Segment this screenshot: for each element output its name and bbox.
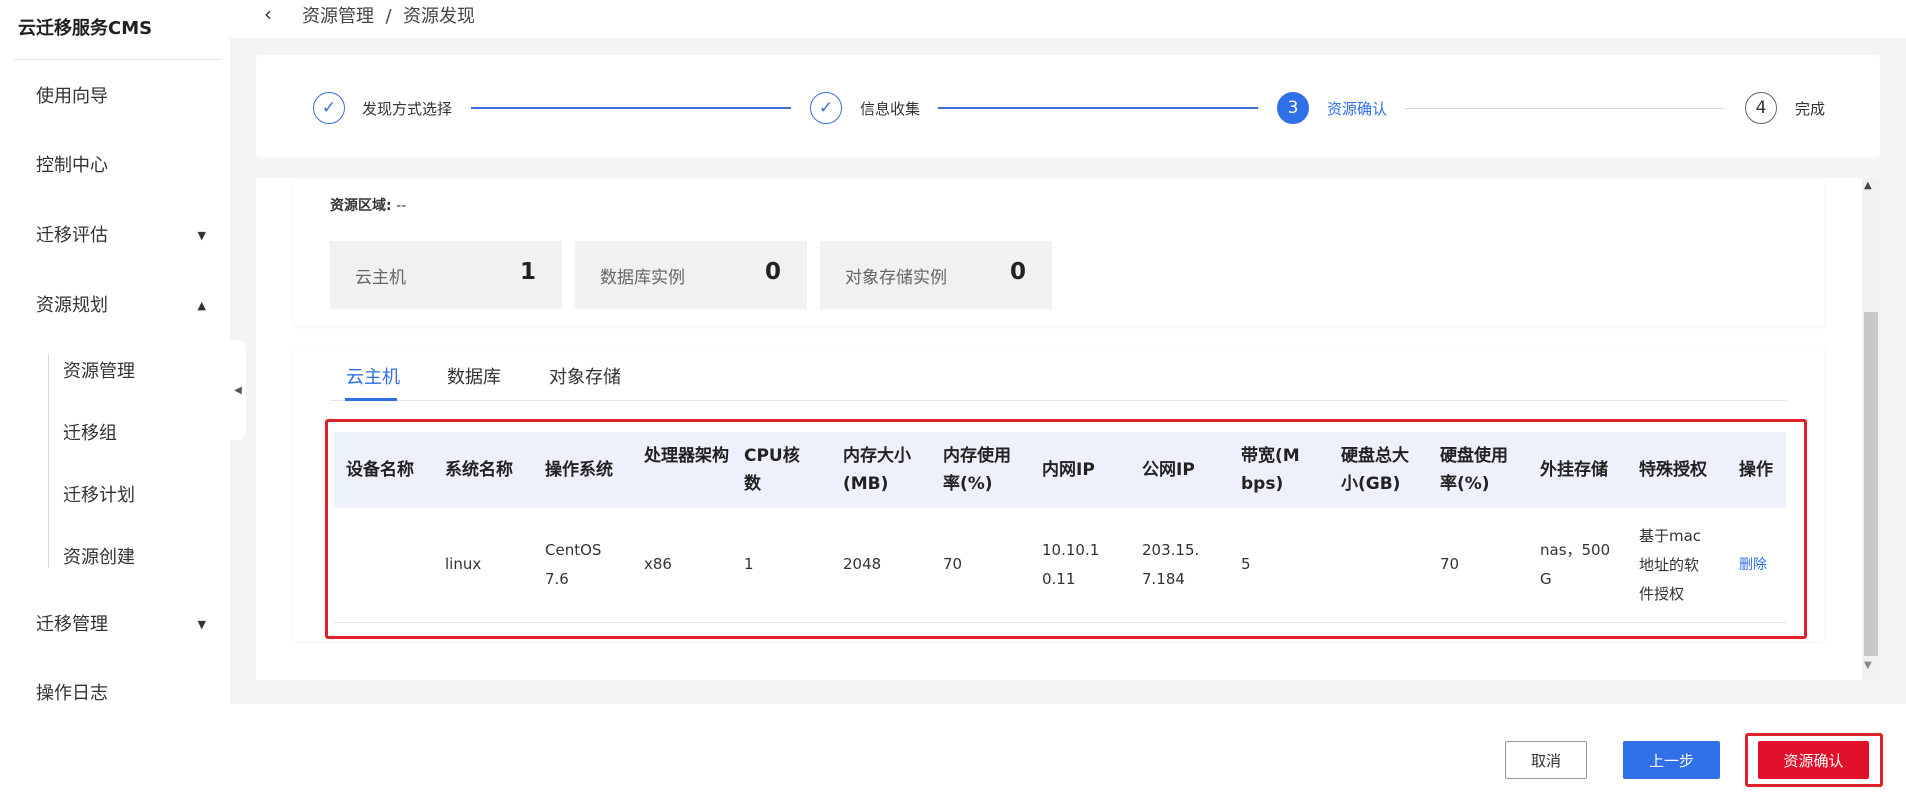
- step-3-number: 3: [1277, 92, 1309, 124]
- previous-step-button[interactable]: 上一步: [1623, 741, 1720, 779]
- scroll-up-icon[interactable]: ▲: [1864, 180, 1872, 191]
- step-2-label: 信息收集: [860, 100, 921, 118]
- sidebar-item-guide[interactable]: 使用向导: [36, 82, 206, 112]
- sidebar-item-label: 迁移评估: [36, 225, 108, 246]
- sidebar-item-migration-group[interactable]: 迁移组: [63, 419, 117, 449]
- sidebar-item-resource-planning[interactable]: 资源规划 ▲: [36, 291, 206, 321]
- sidebar-item-migration-plan[interactable]: 迁移计划: [63, 481, 135, 511]
- sidebar-collapse-toggle[interactable]: ◀: [230, 340, 246, 440]
- tab-baseline: [330, 400, 1786, 401]
- stat-card-database: 数据库实例 0: [575, 241, 807, 309]
- stat-card-cloud-host: 云主机 1: [330, 241, 562, 309]
- app-brand: 云迁移服务CMS: [18, 18, 153, 39]
- sidebar-item-resource-management[interactable]: 资源管理: [63, 357, 135, 387]
- tab-database[interactable]: 数据库: [447, 363, 501, 389]
- stat-value: 1: [519, 259, 536, 285]
- submenu-guide-line: [48, 354, 49, 568]
- sidebar-item-label: 操作日志: [36, 683, 108, 704]
- sidebar-item-label: 控制中心: [36, 155, 108, 176]
- cancel-button[interactable]: 取消: [1505, 741, 1587, 779]
- step-connector: [938, 107, 1258, 109]
- step-1-check-icon: ✓: [313, 92, 345, 124]
- region-info: 资源区域: --: [330, 195, 406, 215]
- step-1-label: 发现方式选择: [362, 100, 453, 118]
- region-value: --: [396, 198, 407, 214]
- step-connector: [471, 107, 791, 109]
- brand-divider: [14, 59, 220, 60]
- step-4-number: 4: [1745, 92, 1777, 124]
- confirm-highlight-box: [1745, 733, 1883, 787]
- step-2-check-icon: ✓: [810, 92, 842, 124]
- tab-cloud-host[interactable]: 云主机: [346, 363, 400, 389]
- chevron-up-icon: ▲: [197, 299, 206, 312]
- stat-label: 对象存储实例: [845, 268, 947, 288]
- stat-label: 云主机: [355, 268, 406, 288]
- steps-card: [256, 55, 1880, 157]
- chevron-left-icon: ◀: [234, 384, 242, 396]
- scroll-down-icon[interactable]: ▼: [1864, 660, 1872, 671]
- top-bar: [230, 0, 1906, 38]
- sidebar-item-migration-management[interactable]: 迁移管理 ▼: [36, 610, 206, 640]
- chevron-down-icon: ▼: [197, 618, 206, 631]
- breadcrumb: 资源管理 / 资源发现: [302, 6, 475, 27]
- table-highlight-box: [325, 419, 1807, 639]
- stat-value: 0: [764, 259, 781, 285]
- sidebar-item-resource-creation[interactable]: 资源创建: [63, 543, 135, 573]
- stat-label: 数据库实例: [600, 268, 685, 288]
- sidebar-item-control-center[interactable]: 控制中心: [36, 151, 206, 181]
- step-connector: [1405, 108, 1725, 109]
- chevron-down-icon: ▼: [197, 229, 206, 242]
- sidebar-item-operation-log[interactable]: 操作日志: [36, 679, 206, 709]
- sidebar-item-label: 使用向导: [36, 86, 108, 107]
- tab-object-storage[interactable]: 对象存储: [549, 363, 621, 389]
- tab-active-indicator: [345, 398, 397, 401]
- stat-value: 0: [1009, 259, 1026, 285]
- step-3-label: 资源确认: [1327, 100, 1388, 118]
- sidebar-item-label: 资源规划: [36, 295, 108, 316]
- sidebar-item-label: 迁移管理: [36, 614, 108, 635]
- region-label: 资源区域:: [330, 198, 392, 214]
- step-4-label: 完成: [1795, 100, 1826, 118]
- sidebar: 云迁移服务CMS 使用向导 控制中心 迁移评估 ▼ 资源规划 ▲ 资源管理 迁移组 …: [0, 0, 230, 809]
- scrollbar-thumb[interactable]: [1864, 312, 1878, 656]
- back-icon[interactable]: ‹: [264, 2, 272, 26]
- stat-card-object-storage: 对象存储实例 0: [820, 241, 1052, 309]
- sidebar-item-migration-assessment[interactable]: 迁移评估 ▼: [36, 221, 206, 251]
